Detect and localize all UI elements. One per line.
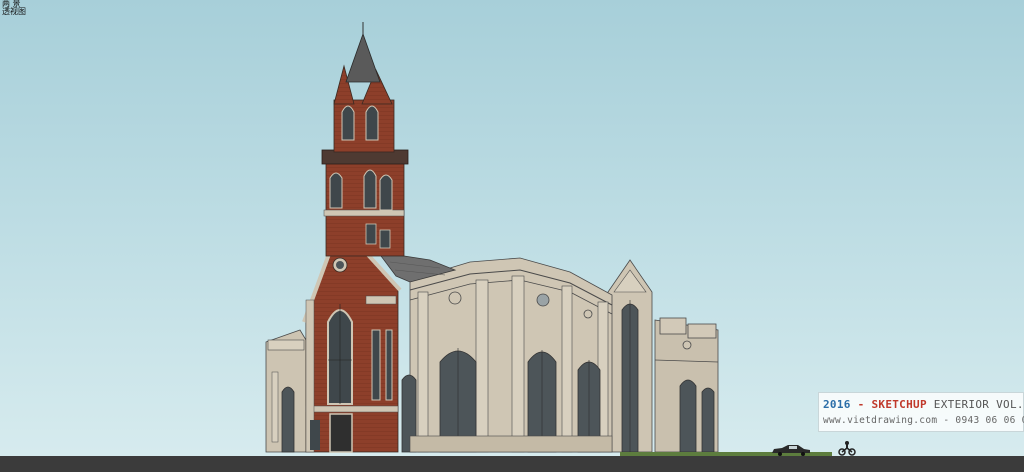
sketchup-viewport[interactable]: 两 景 透视图 2016 - SKETCHUP EXTERIOR VOL. ww… — [0, 0, 1024, 472]
scene-tab-2[interactable]: 透视图 — [2, 8, 26, 16]
bell-tower — [321, 22, 409, 257]
watermark-brand: SKETCHUP — [871, 398, 927, 411]
left-wing — [265, 329, 307, 453]
right-gable — [607, 259, 653, 453]
car-icon — [772, 445, 810, 456]
watermark-title: 2016 - SKETCHUP EXTERIOR VOL.19 — [823, 398, 1024, 411]
motorbike-icon — [838, 441, 856, 456]
watermark-year: 2016 — [823, 398, 851, 411]
watermark-banner: 2016 - SKETCHUP EXTERIOR VOL.19 www.viet… — [818, 392, 1024, 432]
main-hall — [401, 257, 613, 453]
ground-plane — [0, 456, 1024, 472]
right-wing — [654, 317, 719, 453]
scene-tabs: 两 景 透视图 — [2, 0, 26, 16]
watermark-contact: www.vietdrawing.com - 0943 06 06 00 — [823, 415, 1024, 426]
watermark-subtitle: EXTERIOR VOL.19 — [933, 398, 1024, 411]
watermark-separator: - — [850, 398, 872, 411]
